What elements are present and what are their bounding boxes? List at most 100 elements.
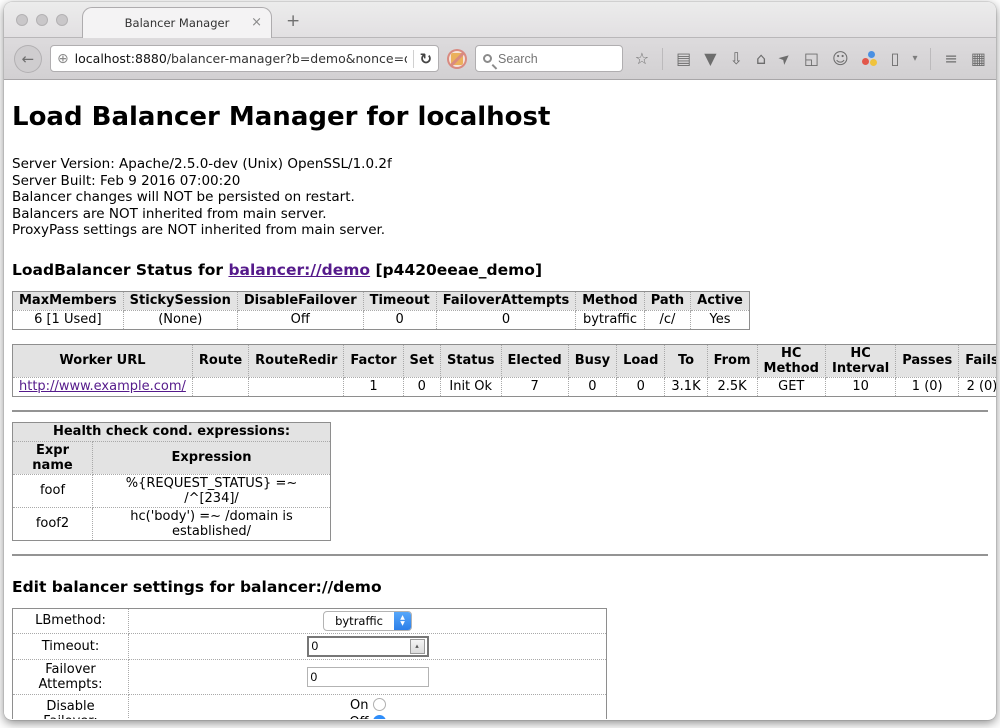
cell-hc-interval: 10	[825, 377, 895, 396]
table-header-row: MaxMembers StickySession DisableFailover…	[13, 291, 750, 310]
zoom-window-button[interactable]	[56, 14, 68, 26]
home-icon[interactable]: ⌂	[756, 49, 766, 68]
url-bar[interactable]: ⊕ localhost:8880/balancer-manager?b=demo…	[50, 45, 439, 72]
cell-hc-method: GET	[757, 377, 825, 396]
tab-bar: Balancer Manager × +	[4, 2, 996, 38]
screenshot-grid-icon[interactable]: ▦	[971, 49, 986, 68]
col-busy: Busy	[568, 344, 616, 377]
cell-timeout: 0	[363, 310, 436, 329]
col-set: Set	[403, 344, 440, 377]
col-route: Route	[192, 344, 248, 377]
extension-colordots-icon[interactable]	[862, 51, 878, 67]
table-row: foof2 hc('body') =~ /domain is establish…	[13, 507, 331, 540]
back-button[interactable]: ←	[14, 45, 42, 73]
new-tab-button[interactable]: +	[286, 11, 300, 31]
url-divider	[413, 50, 414, 68]
disable-failover-on-radio[interactable]	[373, 698, 386, 711]
browser-window: Balancer Manager × + ← ⊕ localhost:8880/…	[4, 2, 996, 720]
col-status: Status	[440, 344, 501, 377]
table-row: 6 [1 Used] (None) Off 0 0 bytraffic /c/ …	[13, 310, 750, 329]
reading-list-icon[interactable]: ▤	[676, 49, 691, 68]
tab-balancer-manager[interactable]: Balancer Manager ×	[82, 7, 272, 38]
col-hc-method: HC Method	[757, 344, 825, 377]
cell-disablefailover: Off	[237, 310, 363, 329]
sidebar-panel-icon[interactable]: ◱	[804, 49, 819, 68]
traffic-lights[interactable]	[16, 14, 68, 26]
cell-elected: 7	[501, 377, 568, 396]
search-input[interactable]	[498, 52, 615, 66]
server-version: Server Version: Apache/2.5.0-dev (Unix) …	[12, 156, 988, 173]
navigation-toolbar: ← ⊕ localhost:8880/balancer-manager?b=de…	[4, 38, 996, 80]
cell-path: /c/	[644, 310, 690, 329]
table-header-row: Expr name Expression	[13, 441, 331, 474]
table-row: http://www.example.com/ 1 0 Init Ok 7 0 …	[13, 377, 997, 396]
cell-load: 0	[617, 377, 665, 396]
col-to: To	[665, 344, 707, 377]
form-row-disable-failover: Disable Failover: On Off	[13, 694, 607, 719]
col-hc-interval: HC Interval	[825, 344, 895, 377]
timeout-input[interactable]	[309, 639, 410, 653]
form-row-timeout: Timeout: ▴	[13, 633, 607, 659]
lbmethod-label: LBmethod:	[13, 608, 129, 633]
balancer-demo-link[interactable]: balancer://demo	[228, 261, 370, 279]
battery-icon[interactable]: ▯	[891, 49, 900, 68]
status-heading: LoadBalancer Status for balancer://demo …	[12, 261, 988, 279]
disable-failover-label: Disable Failover:	[13, 694, 129, 719]
balancer-settings-form: LBmethod: bytraffic ▲▼ Timeout: ▴	[12, 608, 607, 720]
close-window-button[interactable]	[16, 14, 28, 26]
tab-title: Balancer Manager	[125, 16, 230, 30]
failover-label: Failover Attempts:	[13, 659, 129, 694]
number-spinner-icon[interactable]: ▴	[410, 639, 425, 654]
disable-failover-off-radio[interactable]	[373, 715, 386, 720]
site-identity-icon[interactable]: ⊕	[57, 51, 69, 67]
cell-routeredir	[249, 377, 344, 396]
feedback-smiley-icon[interactable]: ☺	[832, 49, 849, 68]
hamburger-menu-icon[interactable]: ≡	[944, 49, 957, 68]
cell-set: 0	[403, 377, 440, 396]
cell-active: Yes	[691, 310, 750, 329]
url-text[interactable]: localhost:8880/balancer-manager?b=demo&n…	[75, 51, 407, 66]
bookmark-star-icon[interactable]: ☆	[635, 49, 649, 68]
col-expression: Expression	[93, 441, 331, 474]
cell-fails: 2 (0)	[959, 377, 996, 396]
cell-factor: 1	[344, 377, 403, 396]
col-stickysession: StickySession	[123, 291, 237, 310]
page-title: Load Balancer Manager for localhost	[12, 102, 988, 132]
cell-stickysession: (None)	[123, 310, 237, 329]
edit-settings-heading: Edit balancer settings for balancer://de…	[12, 578, 988, 596]
server-info: Server Version: Apache/2.5.0-dev (Unix) …	[12, 156, 988, 239]
cell-expression: %{REQUEST_STATUS} =~ /^[234]/	[93, 474, 331, 507]
col-method: Method	[576, 291, 644, 310]
worker-url-link[interactable]: http://www.example.com/	[19, 379, 186, 394]
cell-status: Init Ok	[440, 377, 501, 396]
search-bar[interactable]	[475, 45, 623, 72]
col-maxmembers: MaxMembers	[13, 291, 124, 310]
cell-busy: 0	[568, 377, 616, 396]
lbmethod-select[interactable]: bytraffic ▲▼	[323, 611, 412, 631]
content-blocker-icon[interactable]	[447, 49, 467, 69]
col-passes: Passes	[896, 344, 959, 377]
tab-close-icon[interactable]: ×	[251, 15, 262, 30]
health-table-title: Health check cond. expressions:	[13, 422, 331, 441]
col-factor: Factor	[344, 344, 403, 377]
cell-from: 2.5K	[707, 377, 757, 396]
back-icon: ←	[22, 50, 35, 68]
cell-maxmembers: 6 [1 Used]	[13, 310, 124, 329]
persist-notice: Balancer changes will NOT be persisted o…	[12, 189, 988, 206]
reload-button[interactable]: ↻	[420, 50, 433, 68]
cell-failoverattempts: 0	[436, 310, 576, 329]
toolbar-divider	[930, 48, 931, 70]
section-divider	[12, 410, 988, 412]
download-icon[interactable]: ⇩	[730, 49, 743, 68]
col-routeredir: RouteRedir	[249, 344, 344, 377]
failover-attempts-input[interactable]	[307, 667, 429, 687]
overflow-caret-icon[interactable]: ▾	[912, 53, 917, 64]
send-tab-icon[interactable]: ➤	[775, 49, 794, 69]
cell-method: bytraffic	[576, 310, 644, 329]
timeout-label: Timeout:	[13, 633, 129, 659]
col-fails: Fails	[959, 344, 996, 377]
pocket-icon[interactable]: ▼	[704, 49, 716, 68]
minimize-window-button[interactable]	[36, 14, 48, 26]
col-expr-name: Expr name	[13, 441, 93, 474]
proxypass-notice: ProxyPass settings are NOT inherited fro…	[12, 222, 988, 239]
